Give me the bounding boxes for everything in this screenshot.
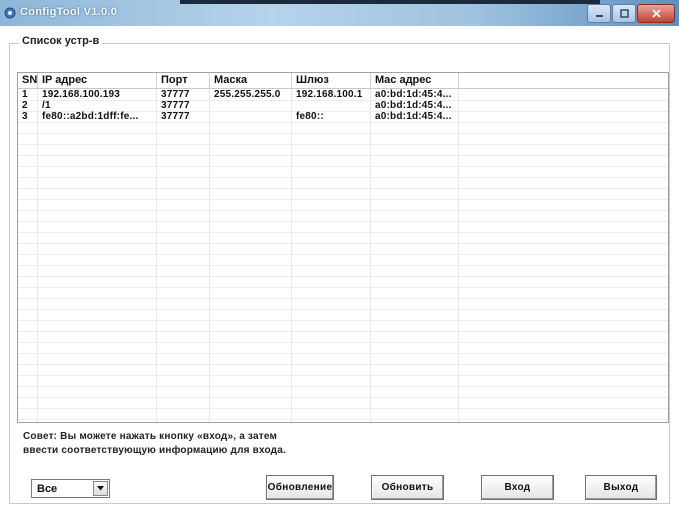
column-separator (37, 73, 38, 422)
row-gridline (18, 419, 668, 420)
cell-mac: a0:bd:1d:45:4... (375, 100, 452, 111)
dropdown-button[interactable] (93, 481, 108, 496)
hint-line-2: ввести соответствующую информацию для вх… (23, 445, 286, 456)
close-button[interactable] (637, 4, 675, 23)
row-gridline (18, 331, 668, 332)
column-header-port[interactable]: Порт (157, 73, 210, 88)
cell-sn: 3 (22, 111, 28, 122)
row-gridline (18, 155, 668, 156)
row-gridline (18, 232, 668, 233)
cell-port: 37777 (161, 89, 190, 100)
cell-gateway: fe80:: (296, 111, 324, 122)
column-header-sn[interactable]: SN (18, 73, 38, 88)
column-separator (156, 73, 157, 422)
maximize-button[interactable] (612, 4, 636, 23)
row-gridline (18, 243, 668, 244)
row-gridline (18, 353, 668, 354)
chevron-down-icon (97, 486, 104, 491)
row-gridline (18, 386, 668, 387)
column-header-mac[interactable]: Mac адрес (371, 73, 459, 88)
hint-text: Совет: Вы можете нажать кнопку «вход», а… (23, 430, 286, 458)
row-gridline (18, 309, 668, 310)
column-separator (291, 73, 292, 422)
row-gridline (18, 133, 668, 134)
row-gridline (18, 298, 668, 299)
row-gridline (18, 210, 668, 211)
row-gridline (18, 408, 668, 409)
maximize-icon (619, 9, 629, 18)
row-gridline (18, 144, 668, 145)
row-gridline (18, 166, 668, 167)
window-controls (586, 4, 675, 23)
minimize-button[interactable] (587, 4, 611, 23)
cell-port: 37777 (161, 100, 190, 111)
row-gridline (18, 177, 668, 178)
title-bar[interactable]: ConfigTool V1.0.0 (0, 0, 679, 26)
cell-gateway (292, 100, 371, 111)
row-gridline (18, 122, 668, 123)
cell-ip: 192.168.100.193 (42, 89, 121, 100)
row-gridline (18, 199, 668, 200)
row-gridline (18, 375, 668, 376)
minimize-icon (595, 15, 603, 17)
column-header-mask[interactable]: Маска (210, 73, 292, 88)
cell-mask (210, 100, 292, 111)
device-filter-value: Все (37, 483, 58, 495)
column-header-empty (459, 73, 668, 88)
table-row[interactable]: 3 fe80::a2bd:1dff:fe... 37777 fe80:: a0:… (18, 111, 668, 122)
table-row[interactable]: 2 /1 37777 a0:bd:1d:45:4... (18, 100, 668, 111)
row-gridline (18, 254, 668, 255)
cell-ip: fe80::a2bd:1dff:fe... (42, 111, 139, 122)
app-icon (4, 7, 16, 19)
row-gridline (18, 221, 668, 222)
cell-gateway: 192.168.100.1 (296, 89, 363, 100)
row-gridline (18, 276, 668, 277)
row-gridline (18, 364, 668, 365)
cell-ip: /1 (42, 100, 51, 111)
column-separator (209, 73, 210, 422)
cell-mask: 255.255.255.0 (214, 89, 281, 100)
refresh-all-button[interactable]: Обновление (266, 475, 334, 500)
row-gridline (18, 188, 668, 189)
cell-mac: a0:bd:1d:45:4... (375, 89, 452, 100)
table-row[interactable]: 1 192.168.100.193 37777 255.255.255.0 19… (18, 89, 668, 100)
table-header: SN IP адрес Порт Маска Шлюз Mac адрес (18, 73, 668, 89)
row-gridline (18, 342, 668, 343)
device-table[interactable]: SN IP адрес Порт Маска Шлюз Mac адрес 1 … (17, 72, 669, 423)
hint-line-1: Совет: Вы можете нажать кнопку «вход», а… (23, 431, 278, 442)
device-filter-select[interactable]: Все (31, 479, 110, 498)
login-button[interactable]: Вход (481, 475, 554, 500)
table-body: 1 192.168.100.193 37777 255.255.255.0 19… (18, 89, 668, 122)
row-gridline (18, 265, 668, 266)
row-gridline (18, 320, 668, 321)
cell-mac: a0:bd:1d:45:4... (375, 111, 452, 122)
column-header-ip[interactable]: IP адрес (38, 73, 157, 88)
window-title: ConfigTool V1.0.0 (20, 6, 118, 18)
exit-button[interactable]: Выход (585, 475, 657, 500)
column-separator (458, 73, 459, 422)
cell-sn: 1 (22, 89, 28, 100)
taskbar-strip (180, 0, 600, 4)
cell-sn: 2 (22, 100, 28, 111)
row-gridline (18, 287, 668, 288)
column-header-gateway[interactable]: Шлюз (292, 73, 371, 88)
device-list-legend: Список устр-в (19, 35, 103, 47)
close-icon (651, 9, 661, 18)
cell-port: 37777 (161, 111, 190, 122)
config-tool-window: ConfigTool V1.0.0 Список устр-в SN IP ад… (0, 0, 679, 526)
row-gridline (18, 397, 668, 398)
cell-mask (210, 111, 292, 122)
update-button[interactable]: Обновить (371, 475, 444, 500)
column-separator (370, 73, 371, 422)
